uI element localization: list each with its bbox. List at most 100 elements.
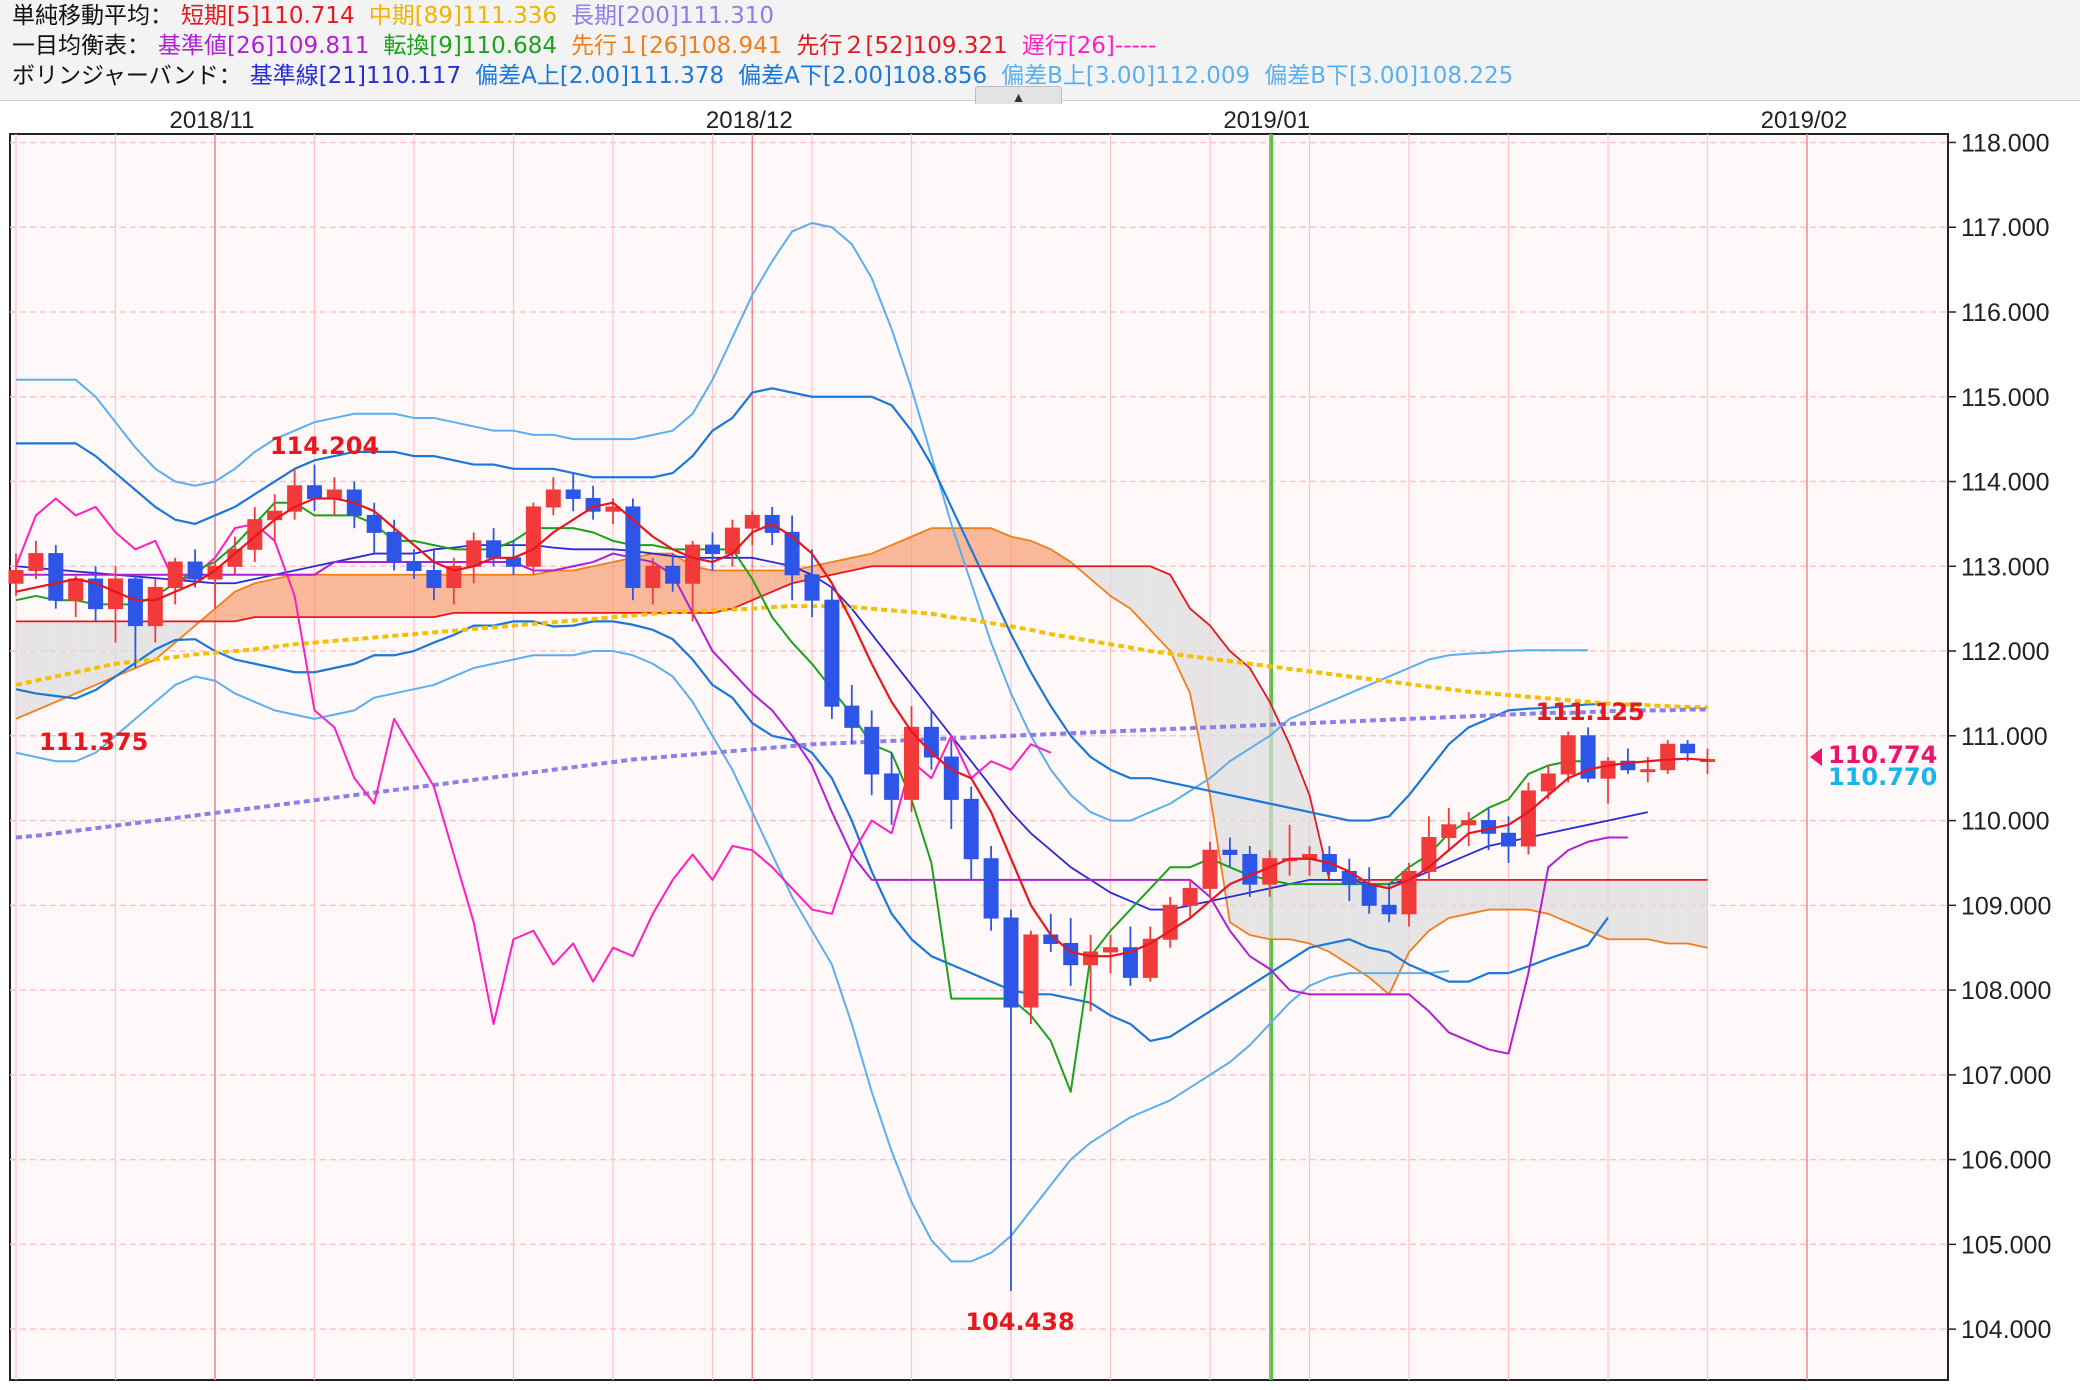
legend-label-ichimoku: 一目均衡表： — [12, 33, 150, 59]
month-label: 2019/01 — [1223, 107, 1310, 134]
annotation-prev-low: 111.375 — [39, 728, 148, 756]
candle-body — [1182, 887, 1198, 906]
candlestick-chart[interactable]: 104.000 105.000 106.000 107.000 108.000 109.0… — [0, 104, 2080, 1390]
candle-body — [8, 570, 24, 584]
candle-body — [426, 570, 442, 588]
candle-body — [963, 798, 979, 860]
price-label-bollinger: 110.770 — [1828, 763, 1937, 791]
kumo-cloud-segment — [1627, 879, 1648, 940]
candle-body — [565, 489, 581, 499]
legend-sma-short: 短期[5]110.714 — [181, 3, 355, 29]
kumo-cloud-segment — [334, 574, 355, 618]
kumo-cloud-segment — [354, 574, 375, 618]
kumo-cloud-segment — [533, 570, 554, 613]
annotation-low: 104.438 — [965, 1308, 1074, 1336]
kumo-cloud-segment — [1508, 879, 1529, 910]
kumo-cloud-segment — [1468, 879, 1489, 914]
candle-body — [1003, 917, 1019, 1008]
legend-boll-b-down: 偏差B下[3.00]108.225 — [1264, 63, 1514, 89]
candle-body — [167, 561, 183, 588]
month-label: 2018/12 — [706, 107, 793, 134]
kumo-cloud-segment — [55, 621, 76, 702]
candle-body — [68, 578, 84, 601]
candle-body — [1560, 735, 1576, 775]
candle-body — [1441, 824, 1457, 839]
candle-body — [943, 756, 959, 800]
legend-ichimoku-kijun: 基準値[26]109.811 — [158, 33, 370, 59]
candle-body — [28, 553, 44, 572]
candle-body — [744, 514, 760, 529]
y-tick-label: 114.000 — [1961, 469, 2050, 497]
y-tick-label: 113.000 — [1961, 553, 2050, 581]
kumo-cloud-segment — [374, 574, 395, 618]
candle-body — [1520, 790, 1536, 847]
kumo-cloud-segment — [274, 574, 295, 618]
candle-body — [406, 561, 422, 572]
legend-ichimoku-chikou: 遅行[26]----- — [1021, 33, 1157, 59]
legend-row-ichimoku: 一目均衡表： 基準値[26]109.811 転換[9]110.684 先行１[26]1… — [12, 32, 1170, 60]
legend-row-bollinger: ボリンジャーバンド： 基準線[21]110.117 偏差A上[2.00]111.37… — [12, 62, 1527, 90]
candle-body — [804, 574, 820, 601]
candle-body — [705, 544, 720, 555]
kumo-cloud-segment — [712, 570, 733, 613]
kumo-cloud-segment — [35, 621, 56, 711]
y-tick-label: 105.000 — [1961, 1231, 2051, 1259]
candle-body — [525, 506, 541, 567]
candle-body — [307, 485, 322, 499]
candle-body — [1202, 849, 1218, 889]
legend-label-sma: 単純移動平均： — [12, 3, 173, 29]
kumo-cloud-segment — [254, 579, 275, 618]
y-tick-label: 107.000 — [1961, 1062, 2051, 1090]
y-tick-label: 118.000 — [1961, 129, 2050, 157]
kumo-cloud-segment — [1329, 879, 1350, 965]
candle-body — [48, 553, 64, 601]
chart-area[interactable]: 104.000 105.000 106.000 107.000 108.000 109.0… — [0, 104, 2080, 1390]
legend-ichimoku-senkou2: 先行２[52]109.321 — [796, 33, 1008, 59]
kumo-cloud-segment — [593, 562, 613, 613]
kumo-cloud-segment — [394, 574, 414, 618]
candle-body — [127, 578, 143, 627]
candle-body — [1023, 934, 1039, 1008]
kumo-cloud-segment — [473, 574, 494, 613]
legend-ichimoku-senkou1: 先行１[26]108.941 — [571, 33, 783, 59]
kumo-cloud-segment — [16, 621, 36, 719]
y-tick-label: 115.000 — [1961, 384, 2050, 412]
kumo-cloud-segment — [1667, 879, 1688, 944]
legend-boll-a-up: 偏差A上[2.00]111.378 — [475, 63, 725, 89]
kumo-cloud-segment — [1687, 879, 1708, 948]
y-tick-label: 109.000 — [1961, 892, 2051, 920]
legend-ichimoku-tenkan: 転換[9]110.684 — [383, 33, 558, 59]
month-label: 2018/11 — [170, 107, 255, 134]
candle-body — [1083, 951, 1099, 966]
candle-body — [1222, 849, 1238, 855]
candle-body — [665, 565, 681, 584]
kumo-cloud-segment — [75, 621, 96, 694]
candle-body — [1540, 773, 1556, 792]
y-tick-label: 112.000 — [1961, 638, 2050, 666]
y-tick-label: 110.000 — [1961, 808, 2050, 836]
candle-body — [545, 489, 561, 508]
y-tick-label: 116.000 — [1961, 299, 2050, 327]
legend-boll-mid: 基準線[21]110.117 — [249, 63, 462, 89]
kumo-cloud-segment — [573, 566, 594, 613]
candle-body — [864, 726, 880, 775]
candle-body — [486, 540, 502, 559]
candle-body — [326, 489, 342, 499]
y-tick-label: 104.000 — [1961, 1316, 2051, 1344]
collapse-up-icon: ▲ — [1011, 89, 1026, 105]
candle-body — [1262, 858, 1278, 885]
candle-body — [784, 531, 800, 576]
candle-body — [386, 531, 402, 563]
kumo-cloud-segment — [314, 574, 335, 618]
kumo-cloud-segment — [1608, 879, 1628, 940]
legend-sma-mid: 中期[89]111.336 — [368, 3, 558, 29]
annotation-recent-high: 111.125 — [1535, 698, 1644, 726]
candle-body — [1242, 853, 1258, 885]
candle-body — [366, 514, 382, 533]
candle-body — [1461, 820, 1477, 826]
candle-body — [1640, 769, 1656, 773]
kumo-cloud-segment — [493, 574, 514, 613]
y-tick-label: 111.000 — [1961, 723, 2048, 751]
y-tick-label: 106.000 — [1961, 1147, 2051, 1175]
candle-body — [506, 557, 521, 567]
